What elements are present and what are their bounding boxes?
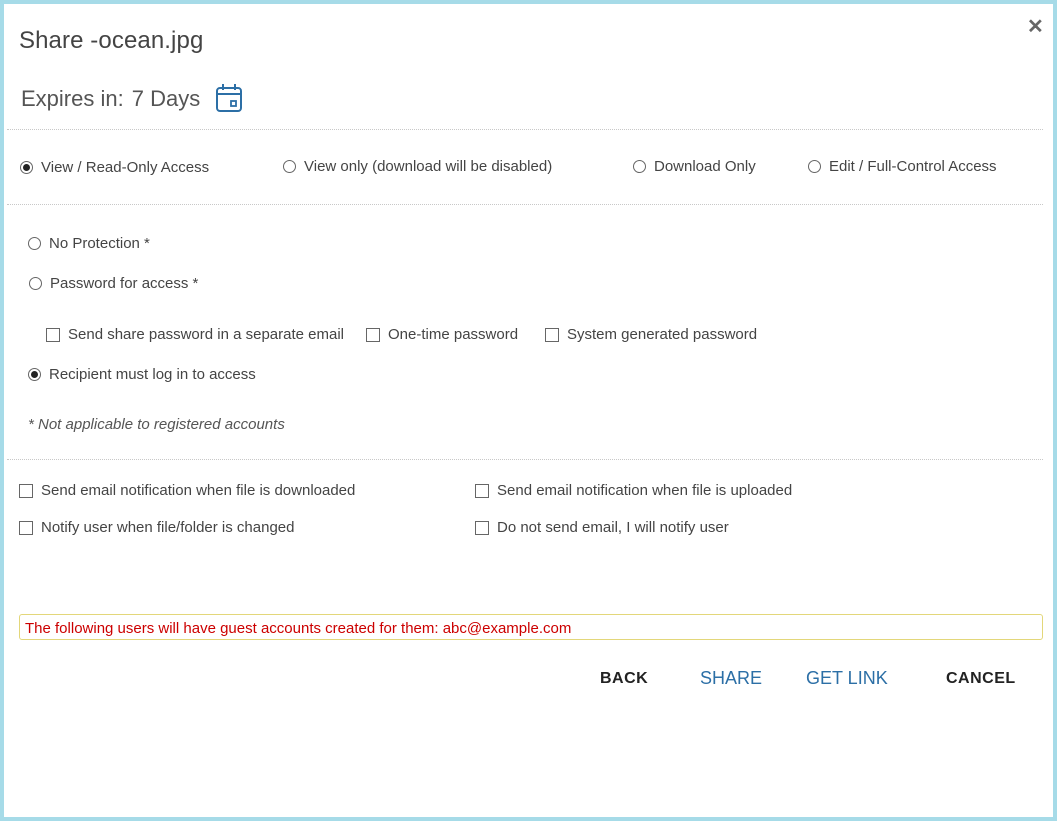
protection-label: No Protection * xyxy=(49,235,150,252)
checkbox-label: Send email notification when file is dow… xyxy=(41,482,356,499)
share-dialog xyxy=(0,0,1057,821)
cancel-button[interactable]: CANCEL xyxy=(946,670,1016,688)
password-one-time[interactable]: One-time password xyxy=(366,326,518,343)
divider xyxy=(7,204,1043,205)
expires-value[interactable]: 7 Days xyxy=(132,86,200,111)
checkbox-one-time[interactable] xyxy=(366,327,380,342)
password-system-generated[interactable]: System generated password xyxy=(545,326,757,343)
access-view-only[interactable]: View only (download will be disabled) xyxy=(283,158,552,175)
divider xyxy=(7,459,1043,460)
checkbox-label: Notify user when file/folder is changed xyxy=(41,519,295,536)
checkbox-label: Do not send email, I will notify user xyxy=(497,519,729,536)
expires-label: Expires in: xyxy=(21,86,124,111)
no-email[interactable]: Do not send email, I will notify user xyxy=(475,519,729,536)
close-icon[interactable]: ✕ xyxy=(1027,14,1044,39)
access-view-readonly[interactable]: View / Read-Only Access xyxy=(20,159,209,176)
notify-downloaded[interactable]: Send email notification when file is dow… xyxy=(19,482,355,499)
divider xyxy=(7,129,1043,130)
expires-row: Expires in: 7 Days xyxy=(21,86,200,112)
access-label: View only (download will be disabled) xyxy=(304,158,553,175)
access-edit-full[interactable]: Edit / Full-Control Access xyxy=(808,158,997,175)
checkbox-separate-email[interactable] xyxy=(46,327,60,342)
radio-download-only[interactable] xyxy=(633,160,646,173)
checkbox-system-generated[interactable] xyxy=(545,327,559,342)
checkbox-label: Send share password in a separate email xyxy=(68,326,344,343)
share-button[interactable]: SHARE xyxy=(700,668,762,689)
access-label: Edit / Full-Control Access xyxy=(829,158,997,175)
back-button[interactable]: BACK xyxy=(600,670,648,688)
dialog-title: Share -ocean.jpg xyxy=(19,27,204,54)
access-label: Download Only xyxy=(654,158,756,175)
radio-edit-full[interactable] xyxy=(808,160,821,173)
checkbox-no-email[interactable] xyxy=(475,520,489,535)
radio-view-readonly[interactable] xyxy=(20,161,33,174)
guest-account-warning: The following users will have guest acco… xyxy=(19,614,1043,640)
registered-accounts-note: * Not applicable to registered accounts xyxy=(28,416,285,433)
radio-view-only[interactable] xyxy=(283,160,296,173)
password-separate-email[interactable]: Send share password in a separate email xyxy=(46,326,344,343)
checkbox-label: One-time password xyxy=(388,326,519,343)
checkbox-notify-changed[interactable] xyxy=(19,520,33,535)
checkbox-label: System generated password xyxy=(567,326,758,343)
checkbox-notify-downloaded[interactable] xyxy=(19,483,33,498)
access-download-only[interactable]: Download Only xyxy=(633,158,756,175)
radio-password[interactable] xyxy=(29,277,42,290)
radio-no-protection[interactable] xyxy=(28,237,41,250)
access-label: View / Read-Only Access xyxy=(41,159,210,176)
protection-login-required[interactable]: Recipient must log in to access xyxy=(28,366,256,383)
protection-label: Recipient must log in to access xyxy=(49,366,256,383)
notify-changed[interactable]: Notify user when file/folder is changed xyxy=(19,519,294,536)
notify-uploaded[interactable]: Send email notification when file is upl… xyxy=(475,482,792,499)
checkbox-notify-uploaded[interactable] xyxy=(475,483,489,498)
protection-label: Password for access * xyxy=(50,275,199,292)
protection-password[interactable]: Password for access * xyxy=(29,275,198,292)
checkbox-label: Send email notification when file is upl… xyxy=(497,482,793,499)
radio-login-required[interactable] xyxy=(28,368,41,381)
calendar-icon[interactable] xyxy=(215,83,243,113)
protection-none[interactable]: No Protection * xyxy=(28,235,150,252)
get-link-button[interactable]: GET LINK xyxy=(806,668,888,689)
